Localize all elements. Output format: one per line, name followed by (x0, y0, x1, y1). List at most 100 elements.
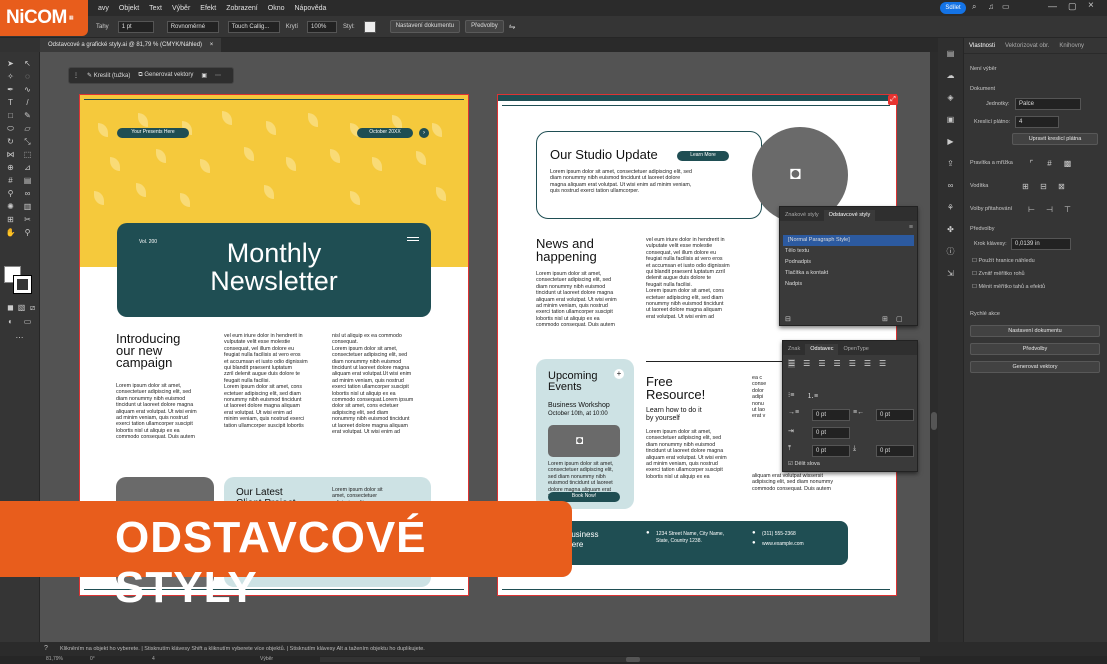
bullets-icon[interactable]: ⁝≡ (788, 391, 794, 399)
asset-export-icon[interactable]: ⇪ (945, 158, 956, 169)
first-line-indent-field[interactable]: 0 pt (812, 427, 850, 439)
menu-effect[interactable]: Efekt (200, 5, 216, 12)
free-transform-tool-icon[interactable]: ⬚ (22, 149, 33, 160)
color-icon[interactable]: ⚘ (945, 202, 956, 213)
generate-vectors-button[interactable]: ⧉ Generovat vektory (138, 72, 193, 79)
symbol-sprayer-tool-icon[interactable]: ✺ (5, 201, 16, 212)
stroke-profile-select[interactable]: Rovnoměrné (166, 20, 219, 33)
direct-selection-tool-icon[interactable]: ↖ (22, 58, 33, 69)
justify-all-icon[interactable]: ☰ (879, 359, 886, 368)
search-icon[interactable]: ⌕ (972, 2, 976, 12)
draw-pencil-button[interactable]: ✎ Kreslit (tužka) (87, 72, 130, 79)
stroke-weight-field[interactable]: 1 pt (117, 20, 154, 33)
stroke-swatch[interactable] (13, 275, 32, 294)
quick-preferences-button[interactable]: Předvolby (970, 343, 1100, 355)
load-styles-icon[interactable]: ⊟ (785, 315, 791, 323)
scale-corners-checkbox[interactable]: ☐ Zvnitř měřítko rohů (972, 271, 1025, 277)
new-style-icon[interactable]: ⊞ (882, 315, 888, 323)
tab-properties[interactable]: Vlastnosti (964, 43, 1000, 49)
task-bar-options-icon[interactable]: ▣ (201, 72, 207, 79)
gradient-tool-icon[interactable]: ▤ (22, 175, 33, 186)
right-indent-field[interactable]: 0 pt (876, 409, 914, 421)
style-item-heading[interactable]: Nadpis (780, 279, 917, 290)
slice-tool-icon[interactable]: ✂ (22, 214, 33, 225)
panel-menu-icon[interactable]: ≡ (780, 221, 917, 235)
curvature-tool-icon[interactable]: ∿ (22, 84, 33, 95)
none-mode-icon[interactable]: ⧄ (27, 302, 38, 313)
smart-guides-icon[interactable]: ⊠ (1056, 181, 1067, 192)
eraser-tool-icon[interactable]: ▱ (22, 123, 33, 134)
artboards-icon[interactable]: ▣ (945, 114, 956, 125)
arrange-icon[interactable]: ⇋ (509, 22, 516, 31)
tab-close-icon[interactable]: × (210, 42, 214, 48)
space-before-field[interactable]: 0 pt (812, 445, 850, 457)
scale-strokes-checkbox[interactable]: ☐ Měnit měřítko tahů a efektů (972, 284, 1045, 290)
rotation-field[interactable]: 0° (90, 656, 95, 662)
menu-select[interactable]: Výběr (172, 5, 190, 12)
shape-builder-tool-icon[interactable]: ⊕ (5, 162, 16, 173)
color-mode-icon[interactable]: ◼ (5, 302, 16, 313)
numbering-icon[interactable]: ⒈≡ (807, 391, 818, 401)
export-icon[interactable]: ⇲ (945, 268, 956, 279)
learn-more-button[interactable]: Learn More (677, 151, 729, 161)
menu-type[interactable]: Text (149, 5, 162, 12)
lasso-tool-icon[interactable]: ◌ (22, 71, 33, 82)
justify-right-icon[interactable]: ☰ (864, 359, 871, 368)
preview-bounds-checkbox[interactable]: ☐ Použít hranice náhledu (972, 258, 1035, 264)
screen-mode-icon[interactable]: ▭ (22, 316, 33, 327)
snap-point-icon[interactable]: ⊢ (1026, 204, 1037, 215)
document-settings-button[interactable]: Nastavení dokumentu (389, 20, 461, 33)
transparency-grid-icon[interactable]: ▩ (1062, 158, 1073, 169)
artboard-number-field[interactable]: 4 (152, 656, 155, 662)
tab-character-styles[interactable]: Znakové styly (780, 210, 824, 221)
maximize-icon[interactable]: ▢ (1068, 1, 1077, 12)
artboard-resize-icon[interactable]: ⤢ (888, 95, 898, 105)
menu-object[interactable]: Objekt (119, 5, 139, 12)
align-center-icon[interactable]: ☰ (803, 359, 810, 368)
width-tool-icon[interactable]: ⋈ (5, 149, 16, 160)
menu-edit[interactable]: avy (98, 5, 109, 12)
menu-window[interactable]: Okno (268, 5, 285, 12)
date-pill[interactable]: October 20XX (357, 128, 413, 138)
minimize-icon[interactable]: — (1048, 1, 1057, 11)
tab-opentype[interactable]: OpenType (838, 344, 873, 355)
menu-view[interactable]: Zobrazení (226, 5, 258, 12)
rotate-tool-icon[interactable]: ↻ (5, 136, 16, 147)
close-icon[interactable]: × (1088, 0, 1094, 11)
symbols-icon[interactable]: ✤ (945, 224, 956, 235)
artboard-tool-icon[interactable]: ⊞ (5, 214, 16, 225)
newsletter-title-card[interactable]: Vol. 200 Monthly Newsletter (117, 223, 431, 317)
snap-pixel-icon[interactable]: ⊣ (1044, 204, 1055, 215)
quick-document-settings-button[interactable]: Nastavení dokumentu (970, 325, 1100, 337)
pen-tool-icon[interactable]: ✒ (5, 84, 16, 95)
left-indent-field[interactable]: 0 pt (812, 409, 850, 421)
tab-libraries[interactable]: Knihovny (1054, 43, 1089, 49)
edit-artboards-button[interactable]: Upravit kreslicí plátna (1012, 133, 1098, 145)
zoom-tool-icon[interactable]: ⚲ (22, 227, 33, 238)
align-left-icon[interactable]: ☰ (788, 359, 796, 368)
lock-guides-icon[interactable]: ⊟ (1038, 181, 1049, 192)
presents-pill[interactable]: Your Presents Here (117, 128, 189, 138)
snap-glyph-icon[interactable]: ⊤ (1062, 204, 1073, 215)
blend-tool-icon[interactable]: ∞ (22, 188, 33, 199)
tab-image-trace[interactable]: Vektorizovat obr. (1000, 43, 1054, 49)
grid-icon[interactable]: # (1044, 158, 1055, 169)
edit-toolbar-icon[interactable]: ⋯ (14, 332, 25, 343)
selection-tool-icon[interactable]: ➤ (5, 58, 16, 69)
share-button[interactable]: Sdílet (940, 2, 966, 14)
tab-paragraph-styles[interactable]: Odstavcové styly (823, 210, 876, 221)
mesh-tool-icon[interactable]: # (5, 175, 16, 186)
show-guides-icon[interactable]: ⊞ (1020, 181, 1031, 192)
style-item-normal[interactable]: [Normal Paragraph Style] (783, 235, 914, 246)
menu-help[interactable]: Nápověda (295, 5, 327, 12)
preferences-button[interactable]: Předvolby (465, 20, 504, 33)
add-event-icon[interactable]: + (614, 369, 624, 379)
drag-handle-icon[interactable]: ⋮ (73, 72, 79, 79)
quick-generate-vectors-button[interactable]: Generovat vektory (970, 361, 1100, 373)
magic-wand-tool-icon[interactable]: ✧ (5, 71, 16, 82)
actions-icon[interactable]: ▶ (945, 136, 956, 147)
layers-icon[interactable]: ◈ (945, 92, 956, 103)
units-select[interactable]: Palce (1015, 98, 1081, 110)
tab-paragraph[interactable]: Odstavec (805, 344, 839, 355)
align-right-icon[interactable]: ☰ (818, 359, 825, 368)
